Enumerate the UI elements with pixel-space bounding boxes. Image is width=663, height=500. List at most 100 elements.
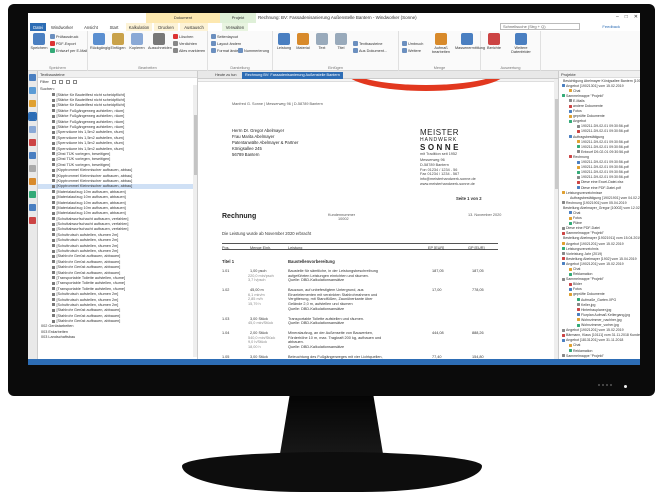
list-item-label: [Transportable Toilette aufstellen, räum… [56,281,126,286]
document-editor[interactable]: Manfred G. Sonne | Messerweg 96 | D-5878… [198,79,558,365]
fields-icon [515,33,527,45]
close-icon[interactable]: ✕ [634,14,638,20]
folder-icon[interactable] [29,100,36,107]
filter-checkbox[interactable] [72,79,77,84]
project-tree-item[interactable]: Bestellung Abelmayer [19021911] vom 15.0… [559,236,640,241]
textblock-icon [52,157,55,161]
project-tree-label: 190211-D9-02-01 09:30:56.pdf [581,165,629,170]
context-group-dokument: Dokument [146,13,220,23]
title-bar: Dokument Projekt Rechnung: BV: Fassadeni… [28,13,640,23]
project-tree-label: Diese eine Excel-Datei.xlsx [581,180,624,185]
delete-button[interactable]: Löschen [173,34,193,39]
row-pos: 1.04 [222,331,230,335]
list-item-label: [Kipptrommel Kleinmischer aufbauen, abba… [56,178,133,183]
textblock-icon [52,147,55,151]
tab-heute-zu-tun[interactable]: Heute zu tun [212,72,240,79]
project-tree-item[interactable]: Bestellung Abelmayer_Gregor [10002] vom … [559,205,640,210]
tab-start[interactable]: Start [106,23,122,31]
insert-title-button[interactable]: Titel [332,33,350,50]
file-icon [569,211,572,215]
filter-checkbox[interactable] [51,79,56,84]
copy-button[interactable]: Kopieren [128,33,146,50]
filter-checkbox[interactable] [65,79,70,84]
tab-kalkulation[interactable]: Kalkulation [126,23,152,31]
file-icon [577,170,580,174]
tab-austausch[interactable]: Austausch [180,23,208,31]
status-bar [28,359,640,365]
quick-search-input[interactable]: Schnellsuche (Strg + Q) [500,23,580,30]
project-tree-label: 190211-D9-02-01 09:30:56.pdf [581,170,629,175]
tools-icon[interactable] [29,217,36,224]
stats-icon[interactable] [29,191,36,198]
calendar-icon[interactable] [29,87,36,94]
page-layout-button[interactable]: Seitenlayout [211,34,238,39]
select-all-button[interactable]: Alles markieren [173,48,205,53]
user-icon[interactable] [29,204,36,211]
tab-datei[interactable]: Datei [30,23,46,31]
row-text: Quelle: DBD-Kalkulationsansätze [288,321,345,326]
project-tree-label: Leistungsverzeichnisse [566,190,603,195]
project-tree-item[interactable]: Besichtigung Abelmayer Königsallee Bante… [559,78,640,83]
list-icon[interactable] [29,126,36,133]
tab-rechnung[interactable]: Rechnung BV: Fassadenisanierung Außenste… [242,72,343,79]
more-fields-button[interactable]: Weitere Datenfelder [507,33,535,54]
documents-icon[interactable] [28,112,37,121]
settings-icon[interactable] [29,165,36,172]
list-item-label: [Schuttrutsch aufstellen, räumen 2m] [56,243,119,248]
file-icon [569,109,572,113]
text-blocks-button[interactable]: Textbausteine [353,41,382,46]
tab-ansicht[interactable]: Ansicht [80,23,102,31]
project-tree-item[interactable]: Auftragsbestätigung [19021901] vom 04.02… [559,195,640,200]
list-item-label: [Kipptrommel Kleinmischer aufbauen, abba… [56,173,133,178]
group-bearbeiten: Rückgängig Einfügen Kopieren Ausschneide… [88,31,208,71]
email-draft-button[interactable]: Entwurf per E-Mail [50,48,87,53]
change-layout-button[interactable]: Layout ändern [211,41,241,46]
project-tree-label: 190211-D9-02-01 09:30:56.pdf [581,129,629,134]
intro-text: Die Leistung wurde ab November 2020 erbr… [222,231,312,236]
insert-text-button[interactable]: Text [313,33,331,50]
break-button[interactable]: Umbruch [402,41,423,46]
file-icon [569,349,572,353]
mail-icon[interactable] [29,152,36,159]
scrollbar-thumb[interactable] [193,115,197,175]
pdf-export-button[interactable]: PDF-Export [50,41,76,46]
project-tree-item[interactable]: Bestellung Abelmayer [1902] vom 15.04.20… [559,256,640,261]
tab-verwalten[interactable]: Verwalten [222,23,248,31]
tab-windworker[interactable]: Windworker [48,23,76,31]
address-icon[interactable] [29,74,36,81]
col-qty: Menge Einh. [250,245,272,250]
chart-icon[interactable] [29,139,36,146]
more-button[interactable]: Weitere [402,48,421,53]
row-text: Quelle: DBD-Kalkulationsansätze [288,345,345,350]
tree-group[interactable]: 003 Landschaftsbau [38,335,197,340]
reports-button[interactable]: Berichte [485,33,503,50]
print-preview-button[interactable]: Prüfausdruck [50,34,78,39]
filter-checkbox[interactable] [58,79,63,84]
insert-service-button[interactable]: Leistung [275,33,293,50]
paste-button[interactable]: Einfügen [109,33,127,50]
tab-drucken[interactable]: Drucken [154,23,178,31]
project-tree-label: Wohnzimmer_vorher.jpg [581,323,619,328]
minimize-icon[interactable]: – [616,14,619,20]
save-button[interactable]: Speichern [30,33,48,50]
maximize-icon[interactable]: □ [625,14,628,20]
textblock-icon [52,227,55,231]
pane-scrollbar[interactable] [193,85,197,357]
project-tree-label: Diese eine PDF-Datei [566,226,600,231]
project-tree-label: 190211-D9-02-01 09:30:56.pdf [581,139,629,144]
project-tree-item[interactable]: Bärmann, Klaus [10111] vom 31.11.2018 Ku… [559,333,640,338]
material-nav-icon[interactable] [29,178,36,185]
invoice-page: Manfred G. Sonne | Messerweg 96 | D-5878… [222,79,522,365]
quantity-calc-button[interactable]: Massenermittlung [455,33,485,50]
col-gp: GP [EUR] [468,245,485,250]
undo-button[interactable]: Rückgängig [90,33,110,50]
from-document-button[interactable]: Aus Dokument... [353,48,387,53]
compress-button[interactable]: Verdichten [173,41,197,46]
insert-material-button[interactable]: Material [294,33,312,50]
measurement-button[interactable]: Aufmaß bearbeiten [429,33,453,54]
cut-button[interactable]: Ausschneiden [148,33,172,50]
feedback-link[interactable]: Feedback [602,24,620,29]
file-icon [562,201,565,205]
project-tree-item[interactable]: Sammelmappe "Projekt" [559,353,640,358]
numbering-button[interactable]: Nummerierung [238,48,269,53]
